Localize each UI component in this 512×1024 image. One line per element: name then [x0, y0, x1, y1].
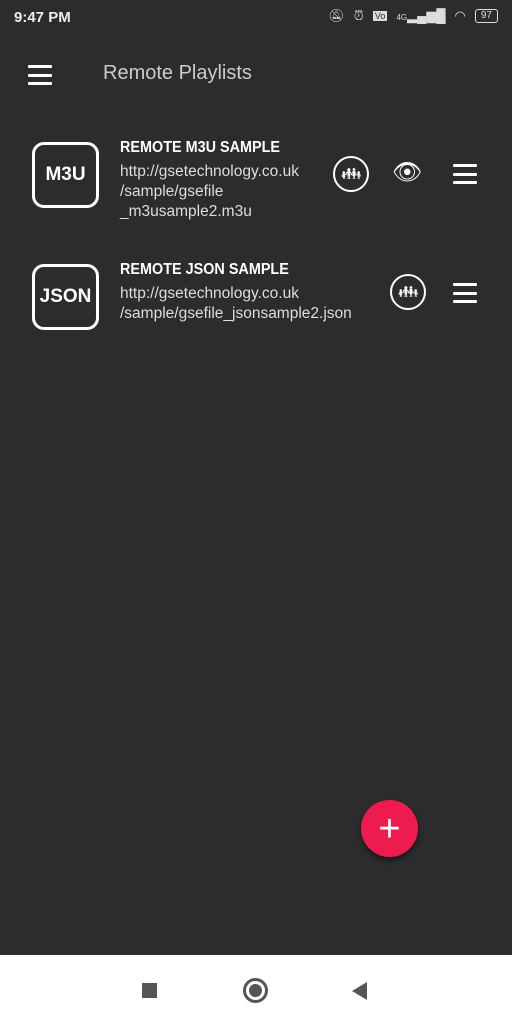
back-icon[interactable] [352, 982, 367, 1000]
app-bar: Remote Playlists [0, 50, 512, 100]
add-playlist-button[interactable]: + [361, 800, 418, 857]
status-bar: 9:47 PM 🔕︎ ⏰︎ Vo 4G▂▄▆█ ◠ 97 [0, 0, 512, 36]
status-time: 9:47 PM [14, 9, 71, 26]
playlist-url: http://gsetechnology.co.uk /sample/gsefi… [120, 162, 335, 222]
url-line: /sample/gsefile_jsonsample2.json [120, 305, 352, 322]
battery-icon: 97 [474, 9, 498, 23]
url-line: http://gsetechnology.co.uk [120, 285, 299, 302]
playlist-name: REMOTE JSON SAMPLE [120, 261, 289, 278]
signal-icon: 4G▂▄▆█ [396, 8, 446, 23]
eye-hidden-icon[interactable]: 👁︎ [392, 158, 422, 187]
item-menu-icon[interactable] [453, 164, 477, 184]
alarm-icon: ⏰︎ [353, 8, 364, 23]
item-menu-icon[interactable] [453, 283, 477, 303]
parental-control-icon[interactable]: 👪︎ [390, 274, 426, 310]
mute-icon: 🔕︎ [328, 8, 345, 23]
wifi-icon: ◠ [454, 8, 466, 23]
url-line: /sample/gsefile [120, 183, 224, 200]
system-nav-bar [0, 955, 512, 1024]
home-icon[interactable] [243, 978, 268, 1003]
url-line: http://gsetechnology.co.uk [120, 163, 299, 180]
volte-icon: Vo [372, 11, 388, 21]
json-icon: JSON [32, 264, 99, 330]
m3u-icon: M3U [32, 142, 99, 208]
playlist-url: http://gsetechnology.co.uk /sample/gsefi… [120, 284, 380, 324]
menu-icon[interactable] [28, 65, 52, 85]
playlist-name: REMOTE M3U SAMPLE [120, 139, 281, 156]
url-line: _m3usample2.m3u [120, 203, 252, 220]
parental-control-icon[interactable]: 👪︎ [333, 156, 369, 192]
recents-icon[interactable] [142, 983, 157, 998]
page-title: Remote Playlists [103, 62, 252, 84]
